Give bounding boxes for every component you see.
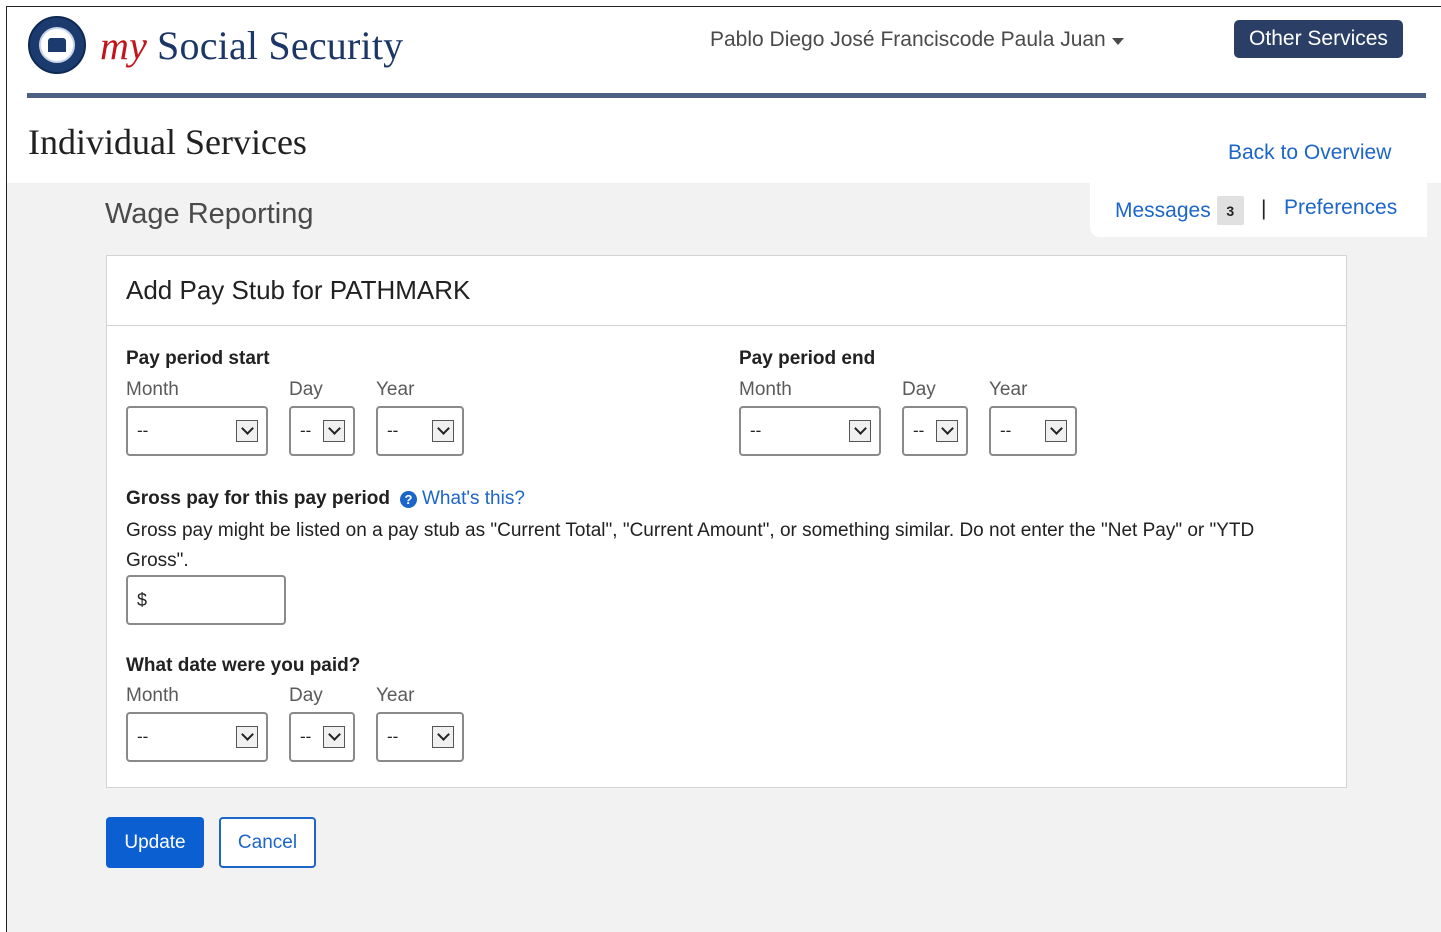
other-services-button[interactable]: Other Services: [1234, 20, 1403, 58]
user-name: Pablo Diego José Franciscode Paula Juan: [710, 28, 1106, 51]
ssa-seal-icon: [28, 16, 86, 74]
start-month-value: --: [137, 421, 149, 440]
brand-my: my: [100, 22, 148, 68]
gross-pay-input[interactable]: $: [126, 575, 286, 625]
gross-pay-label: Gross pay for this pay period: [126, 488, 390, 509]
ssa-logo[interactable]: my Social Security: [28, 16, 403, 74]
paid-month-select[interactable]: --: [126, 712, 268, 762]
paid-day-value: --: [300, 727, 312, 746]
nav-separator: |: [1261, 197, 1267, 220]
page-title: Individual Services: [28, 122, 307, 162]
chevron-down-icon: [236, 420, 258, 442]
chevron-down-icon: [236, 726, 258, 748]
end-year-label: Year: [989, 379, 1028, 400]
pay-period-end-label: Pay period end: [739, 348, 876, 369]
cancel-button[interactable]: Cancel: [219, 817, 316, 868]
back-to-overview-link[interactable]: Back to Overview: [1228, 141, 1391, 165]
chevron-down-icon: [849, 420, 871, 442]
paid-day-label: Day: [289, 685, 323, 706]
chevron-down-icon: [323, 420, 345, 442]
currency-symbol: $: [137, 589, 148, 610]
messages-link[interactable]: Messages 3: [1115, 196, 1244, 225]
end-month-label: Month: [739, 379, 792, 400]
messages-count-badge: 3: [1216, 196, 1244, 225]
start-day-value: --: [300, 421, 312, 440]
paid-month-label: Month: [126, 685, 179, 706]
start-day-select[interactable]: --: [289, 406, 355, 456]
start-month-label: Month: [126, 379, 179, 400]
brand-name: Social Security: [157, 22, 404, 68]
paid-date-label: What date were you paid?: [126, 655, 361, 676]
chevron-down-icon: [432, 726, 454, 748]
paid-day-select[interactable]: --: [289, 712, 355, 762]
start-day-label: Day: [289, 379, 323, 400]
paid-year-label: Year: [376, 685, 415, 706]
messages-label: Messages: [1115, 198, 1211, 222]
start-year-label: Year: [376, 379, 415, 400]
card-title: Add Pay Stub for PATHMARK: [107, 256, 1346, 326]
paid-year-value: --: [387, 727, 399, 746]
start-year-select[interactable]: --: [376, 406, 464, 456]
chevron-down-icon: [1045, 420, 1067, 442]
whats-this-link[interactable]: ? What's this?: [400, 488, 525, 510]
user-menu[interactable]: Pablo Diego José Franciscode Paula Juan: [710, 28, 1124, 52]
end-month-value: --: [750, 421, 762, 440]
section-title: Wage Reporting: [105, 198, 314, 230]
gross-pay-help-text: Gross pay might be listed on a pay stub …: [126, 520, 1255, 571]
preferences-link[interactable]: Preferences: [1284, 196, 1397, 220]
header-divider: [27, 93, 1426, 98]
brand-title: my Social Security: [100, 22, 403, 69]
caret-down-icon: [1111, 37, 1124, 45]
chevron-down-icon: [936, 420, 958, 442]
pay-period-start-label: Pay period start: [126, 348, 270, 369]
paid-month-value: --: [137, 727, 149, 746]
end-day-label: Day: [902, 379, 936, 400]
end-day-value: --: [913, 421, 925, 440]
whats-this-label: What's this?: [422, 488, 525, 509]
end-month-select[interactable]: --: [739, 406, 881, 456]
end-year-value: --: [1000, 421, 1012, 440]
chevron-down-icon: [323, 726, 345, 748]
chevron-down-icon: [432, 420, 454, 442]
paid-year-select[interactable]: --: [376, 712, 464, 762]
start-month-select[interactable]: --: [126, 406, 268, 456]
help-question-icon: ?: [400, 490, 417, 508]
update-button[interactable]: Update: [106, 817, 204, 868]
start-year-value: --: [387, 421, 399, 440]
end-day-select[interactable]: --: [902, 406, 968, 456]
end-year-select[interactable]: --: [989, 406, 1077, 456]
